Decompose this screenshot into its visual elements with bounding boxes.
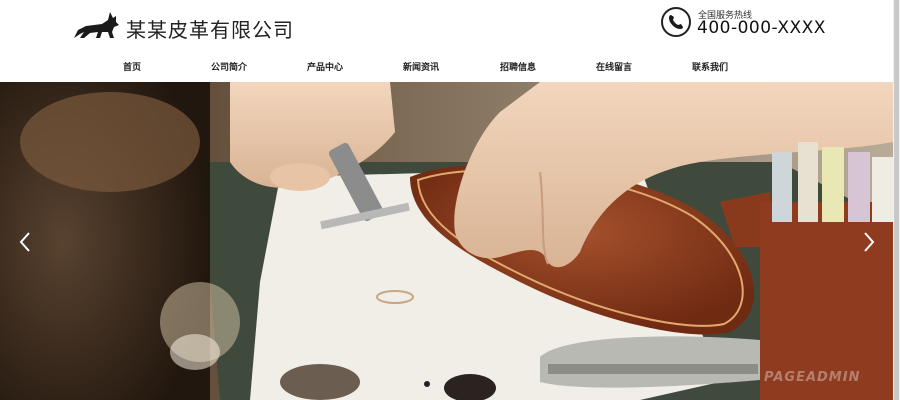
phone-icon xyxy=(661,7,691,37)
chevron-right-icon[interactable] xyxy=(858,230,878,254)
main-nav: 首页 公司简介 产品中心 新闻资讯 招聘信息 在线留言 联系我们 xyxy=(0,52,893,82)
banner-slider[interactable]: PAGEADMIN xyxy=(0,82,893,400)
nav-item-products[interactable]: 产品中心 xyxy=(307,60,343,73)
watermark-text: PAGEADMIN xyxy=(764,370,861,385)
banner-image xyxy=(0,82,893,400)
nav-item-about[interactable]: 公司简介 xyxy=(211,60,247,73)
chevron-left-icon[interactable] xyxy=(16,230,36,254)
page-scrollbar[interactable] xyxy=(893,0,900,400)
site-title[interactable]: 某某皮革有限公司 xyxy=(126,14,294,43)
fox-logo-icon[interactable] xyxy=(72,10,120,40)
scrollbar-thumb[interactable] xyxy=(894,0,899,400)
nav-item-contact[interactable]: 联系我们 xyxy=(692,60,728,73)
nav-item-message[interactable]: 在线留言 xyxy=(596,60,632,73)
nav-item-jobs[interactable]: 招聘信息 xyxy=(500,60,536,73)
nav-item-news[interactable]: 新闻资讯 xyxy=(403,60,439,73)
site-header: 某某皮革有限公司 全国服务热线 400-000-XXXX xyxy=(0,0,893,50)
nav-item-home[interactable]: 首页 xyxy=(123,60,141,73)
slider-dot-active[interactable] xyxy=(423,380,431,388)
hotline-number: 400-000-XXXX xyxy=(697,18,826,38)
